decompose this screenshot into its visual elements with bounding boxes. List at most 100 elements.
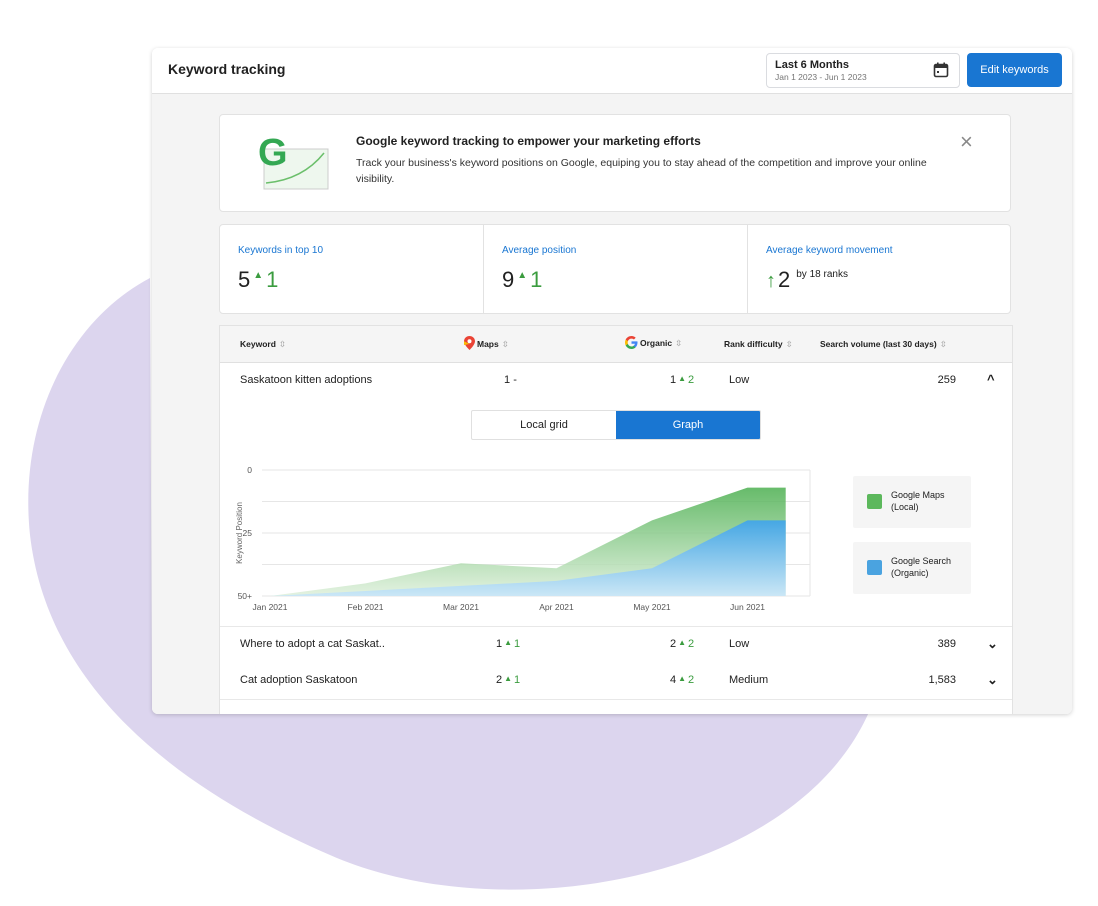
column-header-maps[interactable]: Maps ⇳ — [464, 336, 509, 350]
column-header-volume[interactable]: Search volume (last 30 days) ⇳ — [820, 339, 947, 350]
google-logo-icon — [625, 336, 638, 349]
organic-change: 2 — [688, 674, 695, 686]
date-range-picker[interactable]: Last 6 Months Jan 1 2023 - Jun 1 2023 — [766, 53, 960, 88]
stat-label: Keywords in top 10 — [238, 245, 324, 256]
tab-graph[interactable]: Graph — [616, 411, 760, 439]
x-tick-label: Jan 2021 — [253, 602, 288, 612]
maps-cell: 1 ▲ 1 — [496, 638, 520, 650]
legend-label: Google Search (Organic) — [891, 556, 952, 578]
stat-value: 5 ▲ 1 — [238, 267, 278, 293]
up-triangle-icon: ▲ — [678, 374, 687, 383]
sort-icon: ⇳ — [939, 339, 947, 349]
maps-value: 1 — [504, 374, 511, 386]
legend-item-maps: Google Maps (Local) — [853, 476, 971, 528]
organic-change: 2 — [688, 638, 695, 650]
banner-body: Track your business's keyword positions … — [356, 157, 927, 185]
legend-label: Google Maps (Local) — [891, 490, 945, 512]
stat-value: ↑2 by 18 ranks — [766, 267, 848, 293]
organic-value: 2 — [670, 638, 677, 650]
chevron-down-icon[interactable]: ⌄ — [987, 636, 998, 652]
volume-cell: 389 — [937, 638, 956, 650]
arrow-up-icon: ↑ — [766, 270, 776, 292]
header-label: Maps — [477, 339, 499, 349]
x-tick-label: Feb 2021 — [348, 602, 384, 612]
tab-local-grid[interactable]: Local grid — [472, 411, 616, 439]
keyword-cell: Cat adoption Saskatoon — [240, 674, 358, 686]
chevron-down-icon[interactable]: ⌄ — [987, 672, 998, 688]
google-maps-pin-icon — [464, 336, 475, 350]
google-g-letter: G — [258, 132, 288, 174]
y-tick-label: 0 — [247, 465, 252, 475]
maps-value: 2 — [496, 674, 503, 686]
table-row[interactable]: Cat adoption Saskatoon 2 ▲ 1 4 ▲ 2 Medium 1,… — [220, 663, 1012, 700]
chevron-up-icon[interactable]: ^ — [987, 372, 995, 387]
page-title: Keyword tracking — [168, 61, 286, 77]
legend-swatch — [867, 560, 882, 575]
top-bar: Keyword tracking Last 6 Months Jan 1 202… — [152, 48, 1072, 94]
stat-value: 9 ▲ 1 — [502, 267, 542, 293]
x-tick-label: Jun 2021 — [730, 602, 765, 612]
volume-cell: 259 — [937, 374, 956, 386]
stat-keywords-top10: Keywords in top 10 5 ▲ 1 — [220, 225, 483, 313]
difficulty-cell: Low — [729, 374, 750, 386]
stat-change: 1 — [530, 267, 543, 292]
difficulty-cell: Medium — [729, 674, 769, 686]
difficulty-cell: Low — [729, 638, 750, 650]
organic-value: 4 — [670, 674, 677, 686]
organic-cell: 1 ▲ 2 — [670, 374, 694, 386]
sort-icon: ⇳ — [675, 338, 683, 348]
header-label: Keyword — [240, 339, 276, 349]
banner-title: Google keyword tracking to empower your … — [356, 134, 701, 148]
maps-cell: 2 ▲ 1 — [496, 674, 520, 686]
maps-change: - — [513, 374, 517, 386]
up-triangle-icon: ▲ — [253, 270, 264, 281]
legend-swatch — [867, 494, 882, 509]
sort-icon: ⇳ — [785, 339, 793, 349]
maps-change: 1 — [514, 674, 521, 686]
organic-cell: 4 ▲ 2 — [670, 674, 694, 686]
x-tick-label: Mar 2021 — [443, 602, 479, 612]
promo-banner: G Google keyword tracking to empower you… — [219, 114, 1011, 212]
keyword-tracking-card: Keyword tracking Last 6 Months Jan 1 202… — [152, 48, 1072, 714]
stat-average-movement: Average keyword movement ↑2 by 18 ranks — [748, 225, 1010, 313]
maps-cell: 1 - — [504, 374, 517, 386]
up-triangle-icon: ▲ — [678, 638, 687, 647]
close-icon[interactable]: × — [960, 131, 973, 153]
maps-value: 1 — [496, 638, 503, 650]
up-triangle-icon: ▲ — [504, 638, 513, 647]
column-header-difficulty[interactable]: Rank difficulty ⇳ — [724, 339, 793, 350]
date-range-label: Last 6 Months — [775, 59, 849, 71]
volume-cell: 1,583 — [928, 674, 956, 686]
stat-number: 2 — [778, 267, 791, 292]
stat-suffix: by 18 ranks — [796, 269, 848, 280]
stats-panel: Keywords in top 10 5 ▲ 1 Average position … — [219, 224, 1011, 314]
table-row[interactable]: Saskatoon kitten adoptions 1 - 1 ▲ 2 Low 2… — [220, 363, 1012, 399]
stat-average-position: Average position 9 ▲ 1 — [484, 225, 747, 313]
organic-value: 1 — [670, 374, 677, 386]
edit-keywords-button[interactable]: Edit keywords — [967, 53, 1062, 87]
header-label: Rank difficulty — [724, 339, 783, 349]
y-tick-label: 50+ — [238, 591, 252, 601]
sort-icon: ⇳ — [501, 339, 509, 349]
stat-label: Average position — [502, 245, 577, 256]
column-header-organic[interactable]: Organic ⇳ — [625, 336, 682, 349]
y-axis-label: Keyword Position — [235, 502, 244, 564]
up-triangle-icon: ▲ — [504, 674, 513, 683]
keyword-table: Keyword ⇳ Maps ⇳ Organic ⇳ Rank difficulty ⇳… — [219, 325, 1013, 714]
table-row[interactable]: Where to adopt a cat Saskat.. 1 ▲ 1 2 ▲ 2 Lo… — [220, 626, 1012, 664]
stat-number: 9 — [502, 267, 515, 292]
x-tick-label: May 2021 — [633, 602, 671, 612]
stat-number: 5 — [238, 267, 251, 292]
column-header-keyword[interactable]: Keyword ⇳ — [240, 339, 286, 350]
up-triangle-icon: ▲ — [517, 270, 528, 281]
stat-label: Average keyword movement — [766, 245, 893, 256]
legend-item-organic: Google Search (Organic) — [853, 542, 971, 594]
view-toggle: Local grid Graph — [471, 410, 761, 440]
header-label: Organic — [640, 338, 673, 348]
x-tick-label: Apr 2021 — [539, 602, 574, 612]
header-label: Search volume (last 30 days) — [820, 339, 937, 349]
date-range-dates: Jan 1 2023 - Jun 1 2023 — [775, 72, 867, 82]
keyword-cell: Saskatoon kitten adoptions — [240, 374, 373, 386]
calendar-icon[interactable] — [933, 62, 949, 78]
stat-change: 1 — [266, 267, 279, 292]
